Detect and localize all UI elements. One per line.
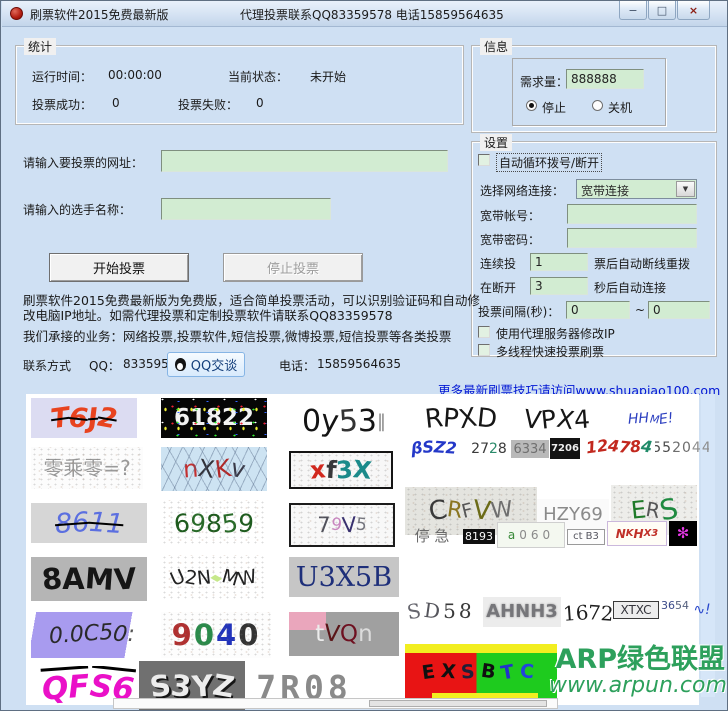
contact-label: 联系方式 bbox=[23, 359, 72, 373]
horizontal-scrollbar[interactable] bbox=[113, 698, 558, 709]
disconnect-prefix: 在断开 bbox=[480, 281, 517, 295]
qq-chat-button[interactable]: QQ交谈 bbox=[167, 352, 245, 377]
multithread-label: 多线程快速投票刷票 bbox=[496, 345, 605, 359]
network-select-value: 宽带连接 bbox=[581, 184, 630, 198]
stats-legend: 统计 bbox=[24, 38, 57, 55]
settings-groupbox: 设置 自动循环拨号/断开 选择网络连接： 宽带连接 ▼ 宽带帐号： 宽带密码： … bbox=[471, 134, 717, 359]
window-title: 刷票软件2015免费最新版 bbox=[30, 8, 169, 22]
about-line-2: 改电脑IP地址。如需代理投票和定制投票软件请联系QQ83359578 bbox=[23, 308, 393, 323]
stop-vote-label: 停止投票 bbox=[266, 262, 319, 277]
stop-vote-button: 停止投票 bbox=[223, 253, 363, 282]
multithread-checkbox[interactable] bbox=[478, 344, 490, 356]
app-icon bbox=[10, 7, 23, 20]
proxy-label: 使用代理服务器修改IP bbox=[496, 327, 615, 341]
app-window: 刷票软件2015免费最新版 代理投票联系QQ83359578 电话1585956… bbox=[0, 0, 728, 711]
broadband-password-label: 宽带密码： bbox=[480, 233, 541, 247]
network-select-label: 选择网络连接： bbox=[480, 184, 565, 198]
disconnect-suffix: 秒后自动连接 bbox=[594, 281, 667, 295]
qq-chat-label: QQ交谈 bbox=[190, 359, 238, 374]
arp-watermark-url: www.arpun.com bbox=[549, 673, 727, 699]
run-time-value: 00:00:00 bbox=[108, 68, 162, 82]
contact-qq-label: QQ： bbox=[89, 359, 120, 373]
vote-fail-label: 投票失败： bbox=[178, 98, 239, 112]
title-bar[interactable]: 刷票软件2015免费最新版 代理投票联系QQ83359578 电话1585956… bbox=[2, 1, 727, 27]
minimize-button[interactable]: − bbox=[619, 1, 647, 20]
start-vote-label: 开始投票 bbox=[92, 262, 145, 277]
info-groupbox: 信息 需求量： 停止 关机 bbox=[471, 38, 717, 133]
interval-min-input[interactable] bbox=[566, 301, 630, 319]
broadband-password-input[interactable] bbox=[567, 228, 697, 248]
contact-phone-number: 15859564635 bbox=[317, 357, 401, 371]
run-time-label: 运行时间： bbox=[32, 70, 93, 84]
stop-radio-label: 停止 bbox=[542, 101, 567, 115]
contact-phone-label: 电话： bbox=[279, 359, 316, 373]
maximize-button[interactable]: □ bbox=[648, 1, 676, 20]
status-label: 当前状态： bbox=[228, 70, 289, 84]
demand-label: 需求量： bbox=[520, 75, 569, 89]
about-line-3: 我们承接的业务：网络投票,投票软件,短信投票,微博投票,短信投票等各类投票 bbox=[23, 329, 452, 344]
arp-watermark: ARP绿色联盟 www.arpun.com bbox=[549, 644, 727, 699]
player-name-input[interactable] bbox=[161, 198, 331, 220]
continuous-vote-input[interactable] bbox=[530, 253, 588, 271]
interval-tilde: ~ bbox=[635, 303, 646, 317]
interval-label: 投票间隔(秒)： bbox=[478, 305, 560, 319]
chevron-down-icon: ▼ bbox=[682, 185, 689, 193]
url-label: 请输入要投票的网址： bbox=[23, 156, 144, 170]
settings-legend: 设置 bbox=[480, 134, 513, 151]
stats-groupbox: 统计 运行时间： 00:00:00 当前状态： 未开始 投票成功： 0 投票失败… bbox=[15, 38, 464, 125]
continuous-vote-prefix: 连续投 bbox=[480, 257, 517, 271]
continuous-vote-suffix: 票后自动断线重拨 bbox=[594, 257, 691, 271]
vote-success-value: 0 bbox=[112, 96, 120, 110]
close-icon: × bbox=[688, 3, 699, 17]
scrollbar-thumb[interactable] bbox=[369, 700, 547, 707]
qq-penguin-icon bbox=[174, 358, 186, 371]
shutdown-radio-label: 关机 bbox=[608, 101, 633, 115]
arp-watermark-title: ARP绿色联盟 bbox=[555, 644, 725, 675]
broadband-account-input[interactable] bbox=[567, 204, 697, 224]
start-vote-button[interactable]: 开始投票 bbox=[49, 253, 189, 282]
vote-fail-value: 0 bbox=[256, 96, 264, 110]
close-button[interactable]: × bbox=[677, 1, 710, 20]
status-value: 未开始 bbox=[310, 70, 347, 84]
maximize-icon: □ bbox=[656, 3, 668, 17]
interval-max-input[interactable] bbox=[648, 301, 710, 319]
disconnect-input[interactable] bbox=[530, 277, 588, 295]
broadband-account-label: 宽带帐号： bbox=[480, 209, 541, 223]
auto-dial-label: 自动循环拨号/断开 bbox=[496, 153, 603, 172]
window-subtitle: 代理投票联系QQ83359578 电话15859564635 bbox=[240, 8, 504, 22]
network-select[interactable]: 宽带连接 ▼ bbox=[576, 179, 697, 199]
stop-radio[interactable] bbox=[526, 100, 537, 111]
shutdown-radio[interactable] bbox=[592, 100, 603, 111]
dropdown-button[interactable]: ▼ bbox=[676, 181, 695, 197]
url-input[interactable] bbox=[161, 150, 448, 172]
info-legend: 信息 bbox=[480, 38, 513, 55]
player-name-label: 请输入的选手名称： bbox=[23, 203, 132, 217]
auto-dial-checkbox[interactable] bbox=[478, 154, 490, 166]
minimize-icon: − bbox=[628, 3, 638, 17]
proxy-checkbox[interactable] bbox=[478, 326, 490, 338]
demand-input[interactable] bbox=[566, 69, 644, 89]
vote-success-label: 投票成功： bbox=[32, 98, 93, 112]
